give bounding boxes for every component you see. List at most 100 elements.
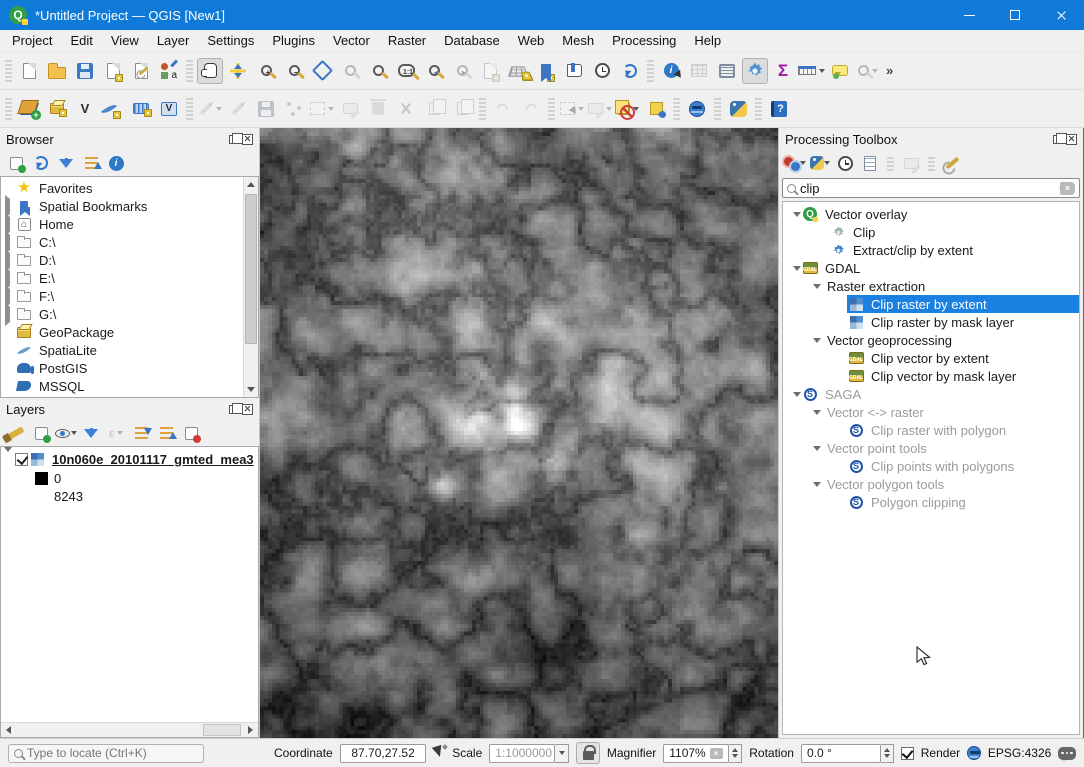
new-virtual-layer-button[interactable]: V xyxy=(156,96,182,122)
menu-view[interactable]: View xyxy=(102,31,148,50)
scroll-thumb[interactable] xyxy=(245,194,257,344)
digitize-button[interactable] xyxy=(281,96,307,122)
zoom-full-button[interactable] xyxy=(309,58,335,84)
scale-dropdown-button[interactable] xyxy=(555,744,569,763)
float-panel-button[interactable] xyxy=(1053,135,1062,144)
toolbox-subgroup[interactable]: Raster extraction xyxy=(783,277,1079,295)
results-viewer-button[interactable] xyxy=(859,152,881,174)
history-button[interactable] xyxy=(834,152,856,174)
menu-project[interactable]: Project xyxy=(3,31,61,50)
data-source-manager-button[interactable] xyxy=(16,96,42,122)
magnifier-value[interactable]: 1107%× xyxy=(663,744,729,763)
browser-properties-button[interactable]: i xyxy=(105,152,127,174)
scroll-left-button[interactable] xyxy=(1,723,16,737)
toolbox-alg[interactable]: GDALClip vector by extent xyxy=(783,349,1079,367)
map-canvas-area[interactable] xyxy=(260,128,778,738)
zoom-next-button[interactable]: ▸ xyxy=(449,58,475,84)
modify-attributes-button[interactable] xyxy=(337,96,363,122)
coordinate-value[interactable]: 87.70,27.52 xyxy=(340,744,427,763)
new-spatial-bookmark-button[interactable] xyxy=(533,58,559,84)
browser-item-spatial-bookmarks[interactable]: Spatial Bookmarks xyxy=(1,197,243,215)
layer-row[interactable]: 10n060e_20101117_gmted_mea3 xyxy=(1,449,258,469)
new-map-view-button[interactable] xyxy=(477,58,503,84)
vertex-tool-button[interactable] xyxy=(309,96,335,122)
menu-settings[interactable]: Settings xyxy=(198,31,263,50)
expander-icon[interactable] xyxy=(813,446,821,451)
redo-button[interactable] xyxy=(518,96,544,122)
rotation-value[interactable]: 0.0 ° xyxy=(801,744,881,763)
render-checkbox[interactable] xyxy=(901,747,914,760)
open-layer-styling-button[interactable] xyxy=(5,422,27,444)
pan-map-button[interactable] xyxy=(197,58,223,84)
browser-item-drive-d[interactable]: D:\ xyxy=(1,251,243,269)
statistical-summary-button[interactable]: Σ xyxy=(770,58,796,84)
clear-search-icon[interactable]: × xyxy=(1060,182,1075,195)
scale-combo[interactable]: 1:1000000 xyxy=(489,744,569,763)
open-project-button[interactable] xyxy=(44,58,70,84)
toolbar-grip[interactable] xyxy=(186,98,193,120)
toolbar-grip[interactable] xyxy=(548,98,555,120)
menu-database[interactable]: Database xyxy=(435,31,509,50)
magnifier-spinner[interactable] xyxy=(729,744,742,763)
clear-magnifier-icon[interactable]: × xyxy=(710,748,723,759)
new-print-layout-button[interactable] xyxy=(100,58,126,84)
expander-icon[interactable] xyxy=(813,338,821,343)
menu-edit[interactable]: Edit xyxy=(61,31,101,50)
processing-toolbox-button[interactable] xyxy=(742,58,768,84)
scale-lock-button[interactable] xyxy=(576,742,600,764)
maximize-button[interactable] xyxy=(992,0,1038,30)
cut-features-button[interactable] xyxy=(393,96,419,122)
menu-plugins[interactable]: Plugins xyxy=(263,31,324,50)
messages-button[interactable] xyxy=(1058,747,1076,760)
toolbox-group[interactable]: SSAGA xyxy=(783,385,1079,403)
toolbox-subgroup[interactable]: Vector polygon tools xyxy=(783,475,1079,493)
toolbar-overflow-button[interactable]: » xyxy=(882,63,897,78)
remove-layer-button[interactable] xyxy=(180,422,202,444)
toolbar-grip[interactable] xyxy=(647,60,654,82)
menu-layer[interactable]: Layer xyxy=(148,31,199,50)
toolbox-alg-selected[interactable]: Clip raster by extent xyxy=(783,295,1079,313)
zoom-to-layer-button[interactable] xyxy=(365,58,391,84)
toolbox-alg[interactable]: SClip points with polygons xyxy=(783,457,1079,475)
copy-features-button[interactable] xyxy=(421,96,447,122)
toolbar-grip[interactable] xyxy=(755,98,762,120)
show-spatial-bookmarks-button[interactable] xyxy=(561,58,587,84)
coordinate-extents-icon[interactable] xyxy=(433,746,445,760)
minimize-button[interactable] xyxy=(946,0,992,30)
expand-all-button[interactable] xyxy=(130,422,152,444)
delete-selected-button[interactable] xyxy=(365,96,391,122)
select-by-location-button[interactable] xyxy=(643,96,669,122)
toolbox-group[interactable]: QVector overlay xyxy=(783,205,1079,223)
pan-to-selection-button[interactable] xyxy=(225,58,251,84)
undo-button[interactable] xyxy=(490,96,516,122)
toolbox-alg[interactable]: GDALClip vector by mask layer xyxy=(783,367,1079,385)
toolbar-grip[interactable] xyxy=(714,98,721,120)
toolbox-subgroup[interactable]: Vector geoprocessing xyxy=(783,331,1079,349)
add-group-button[interactable] xyxy=(30,422,52,444)
layers-horizontal-scrollbar[interactable] xyxy=(1,722,258,737)
scroll-track[interactable] xyxy=(244,192,258,382)
current-edits-button[interactable] xyxy=(197,96,223,122)
browser-item-favorites[interactable]: ★Favorites xyxy=(1,179,243,197)
browser-item-drive-f[interactable]: F:\ xyxy=(1,287,243,305)
zoom-out-button[interactable]: − xyxy=(281,58,307,84)
toolbox-alg[interactable]: Clip xyxy=(783,223,1079,241)
rotation-spinner[interactable] xyxy=(881,744,894,763)
select-features-button[interactable] xyxy=(559,96,585,122)
manage-map-themes-button[interactable] xyxy=(55,422,77,444)
browser-item-drive-e[interactable]: E:\ xyxy=(1,269,243,287)
save-project-button[interactable] xyxy=(72,58,98,84)
scroll-right-button[interactable] xyxy=(243,723,258,737)
expander-icon[interactable] xyxy=(793,212,801,217)
close-panel-button[interactable] xyxy=(242,404,253,415)
field-calculator-button[interactable] xyxy=(714,58,740,84)
metasearch-button[interactable] xyxy=(684,96,710,122)
temporal-controller-button[interactable] xyxy=(589,58,615,84)
identify-features-button[interactable]: i xyxy=(658,58,684,84)
new-geopackage-layer-button[interactable] xyxy=(44,96,70,122)
menu-processing[interactable]: Processing xyxy=(603,31,685,50)
expander-icon[interactable] xyxy=(793,392,801,397)
python-scripts-button[interactable] xyxy=(809,152,831,174)
toolbox-subgroup[interactable]: Vector point tools xyxy=(783,439,1079,457)
browser-item-spatialite[interactable]: SpatiaLite xyxy=(1,341,243,359)
